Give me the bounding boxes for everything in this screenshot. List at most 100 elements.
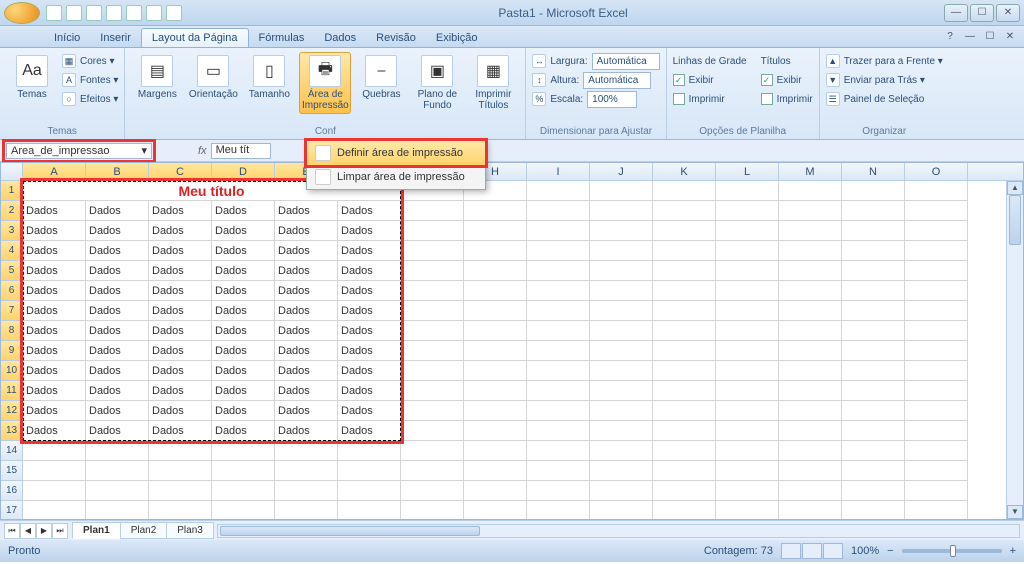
cell[interactable]: Dados — [23, 381, 86, 401]
print-titles-button[interactable]: ▦Imprimir Títulos — [467, 52, 519, 114]
row-header[interactable]: 5 — [1, 261, 23, 281]
cell[interactable] — [590, 421, 653, 441]
cell[interactable]: Dados — [212, 221, 275, 241]
cell[interactable] — [716, 481, 779, 501]
view-layout-button[interactable] — [802, 543, 822, 559]
mdi-close-icon[interactable]: ✕ — [1002, 28, 1018, 44]
help-icon[interactable]: ? — [942, 28, 958, 44]
cell[interactable] — [275, 461, 338, 481]
cell[interactable] — [590, 341, 653, 361]
cell[interactable] — [149, 501, 212, 520]
cell[interactable] — [338, 481, 401, 501]
cell[interactable] — [779, 461, 842, 481]
cell[interactable] — [905, 341, 968, 361]
qat-4-icon[interactable] — [106, 5, 122, 21]
cell[interactable] — [338, 461, 401, 481]
cell[interactable] — [653, 481, 716, 501]
set-print-area-item[interactable]: Definir área de impressão — [304, 138, 488, 168]
select-all-corner[interactable] — [1, 163, 23, 180]
cell[interactable]: Dados — [149, 381, 212, 401]
cell[interactable] — [653, 401, 716, 421]
scroll-thumb[interactable] — [1009, 195, 1021, 245]
cell[interactable]: Dados — [212, 281, 275, 301]
cell[interactable] — [905, 261, 968, 281]
row-header[interactable]: 1 — [1, 181, 23, 201]
minimize-button[interactable]: — — [944, 4, 968, 22]
cell[interactable] — [590, 441, 653, 461]
cell[interactable] — [464, 481, 527, 501]
cell[interactable] — [779, 261, 842, 281]
row-header[interactable]: 16 — [1, 481, 23, 501]
cell[interactable] — [590, 201, 653, 221]
cell[interactable] — [401, 281, 464, 301]
row-header[interactable]: 4 — [1, 241, 23, 261]
cell[interactable]: Dados — [338, 341, 401, 361]
cell[interactable]: Dados — [338, 281, 401, 301]
cell[interactable] — [653, 201, 716, 221]
cell[interactable] — [23, 501, 86, 520]
cell[interactable] — [527, 481, 590, 501]
cell[interactable] — [275, 441, 338, 461]
row-header[interactable]: 2 — [1, 201, 23, 221]
cell[interactable]: Dados — [23, 401, 86, 421]
cell[interactable] — [527, 381, 590, 401]
cell[interactable] — [401, 361, 464, 381]
cell[interactable] — [527, 401, 590, 421]
redo-icon[interactable] — [86, 5, 102, 21]
close-button[interactable]: ✕ — [996, 4, 1020, 22]
cell[interactable] — [590, 361, 653, 381]
scroll-down-icon[interactable]: ▼ — [1007, 505, 1023, 519]
cell[interactable]: Dados — [338, 321, 401, 341]
cell[interactable]: Dados — [212, 201, 275, 221]
cell[interactable] — [527, 461, 590, 481]
row-header[interactable]: 7 — [1, 301, 23, 321]
cell[interactable] — [716, 461, 779, 481]
cell[interactable]: Dados — [86, 361, 149, 381]
cell[interactable]: Dados — [212, 241, 275, 261]
cell[interactable] — [212, 481, 275, 501]
row-header[interactable]: 13 — [1, 421, 23, 441]
selection-pane-button[interactable]: ☰Painel de Seleção — [826, 90, 943, 108]
cell[interactable]: Dados — [149, 361, 212, 381]
cell[interactable]: Dados — [275, 321, 338, 341]
bring-front-button[interactable]: ▲Trazer para a Frente ▾ — [826, 52, 943, 70]
cell[interactable]: Dados — [149, 341, 212, 361]
cell[interactable]: Dados — [86, 301, 149, 321]
cell[interactable] — [716, 341, 779, 361]
cell[interactable]: Dados — [23, 281, 86, 301]
sheet-nav-first[interactable]: ⏮ — [4, 523, 20, 539]
column-header[interactable]: O — [905, 163, 968, 180]
zoom-slider[interactable] — [902, 549, 1002, 553]
row-header[interactable]: 17 — [1, 501, 23, 520]
cell[interactable] — [464, 381, 527, 401]
cell[interactable]: Dados — [86, 281, 149, 301]
sheet-tab-plan1[interactable]: Plan1 — [72, 522, 121, 539]
cell[interactable] — [653, 341, 716, 361]
cell[interactable] — [653, 421, 716, 441]
cell[interactable] — [212, 441, 275, 461]
cell[interactable] — [527, 261, 590, 281]
sheet-nav-prev[interactable]: ◀ — [20, 523, 36, 539]
cell[interactable]: Dados — [149, 261, 212, 281]
cell[interactable] — [653, 501, 716, 520]
cell[interactable] — [149, 461, 212, 481]
cell[interactable] — [464, 501, 527, 520]
cell[interactable] — [905, 321, 968, 341]
cell[interactable] — [590, 321, 653, 341]
horizontal-scrollbar[interactable] — [217, 524, 1020, 538]
cell[interactable]: Dados — [86, 401, 149, 421]
cell[interactable] — [842, 441, 905, 461]
cell[interactable] — [86, 441, 149, 461]
cell[interactable] — [716, 421, 779, 441]
cell[interactable] — [464, 401, 527, 421]
chevron-down-icon[interactable]: ▾ — [141, 144, 147, 157]
cell[interactable] — [464, 221, 527, 241]
cell[interactable] — [401, 401, 464, 421]
cell[interactable] — [401, 201, 464, 221]
cell[interactable]: Dados — [275, 241, 338, 261]
tab-dados[interactable]: Dados — [314, 29, 366, 47]
cell[interactable] — [527, 181, 590, 201]
scroll-up-icon[interactable]: ▲ — [1007, 181, 1023, 195]
spreadsheet-grid[interactable]: ABCDEFGHIJKLMNO 1Meu título2DadosDadosDa… — [0, 162, 1024, 520]
cell[interactable] — [779, 341, 842, 361]
